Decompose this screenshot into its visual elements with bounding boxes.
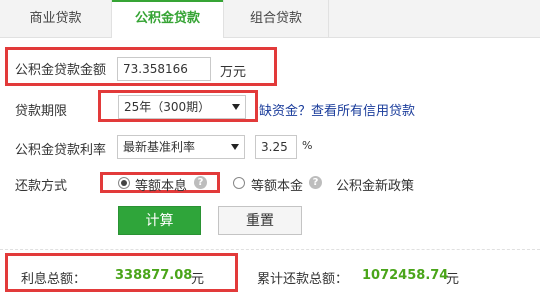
rate-label: 公积金贷款利率: [15, 143, 107, 158]
help-icon[interactable]: ?: [309, 176, 322, 189]
term-label: 贷款期限: [15, 104, 68, 119]
method-option2-label[interactable]: 等额本金: [251, 175, 303, 194]
total-repayment-value: 1072458.74: [362, 268, 449, 283]
chevron-down-icon: [231, 144, 239, 150]
help-icon[interactable]: ?: [194, 176, 207, 189]
tab-combined-loan[interactable]: 组合贷款: [223, 0, 329, 38]
method-option1-label[interactable]: 等额本息: [135, 175, 187, 194]
total-repayment-label: 累计还款总额：: [257, 272, 349, 287]
credit-loan-link[interactable]: 缺资金？查看所有信用贷款: [259, 100, 415, 119]
divider: [0, 249, 540, 250]
rate-unit: %: [302, 139, 313, 152]
tab-commercial-loan[interactable]: 商业贷款: [0, 0, 112, 38]
reset-button[interactable]: 重置: [218, 206, 302, 235]
term-select[interactable]: 25年（300期）: [118, 95, 246, 119]
amount-input[interactable]: 73.358166: [117, 57, 211, 81]
calculate-button[interactable]: 计算: [118, 206, 201, 235]
radio-equal-installment[interactable]: [118, 177, 130, 189]
tab-bar: 商业贷款 公积金贷款 组合贷款: [0, 0, 540, 39]
radio-equal-principal[interactable]: [233, 177, 245, 189]
rate-type-select[interactable]: 最新基准利率: [117, 135, 245, 159]
interest-value: 338877.08: [115, 268, 193, 283]
tab-provident-fund-loan[interactable]: 公积金贷款: [112, 0, 223, 39]
interest-unit: 元: [191, 272, 205, 287]
policy-link[interactable]: 公积金新政策: [336, 175, 414, 194]
method-label: 还款方式: [15, 179, 68, 194]
total-repayment-unit: 元: [446, 272, 460, 287]
rate-input[interactable]: 3.25: [255, 135, 297, 159]
interest-label: 利息总额：: [21, 272, 87, 287]
chevron-down-icon: [232, 104, 240, 110]
amount-label: 公积金贷款金额: [15, 63, 107, 78]
term-select-value: 25年（300期）: [124, 100, 211, 114]
amount-unit: 万元: [220, 65, 247, 80]
rate-type-value: 最新基准利率: [123, 140, 196, 154]
